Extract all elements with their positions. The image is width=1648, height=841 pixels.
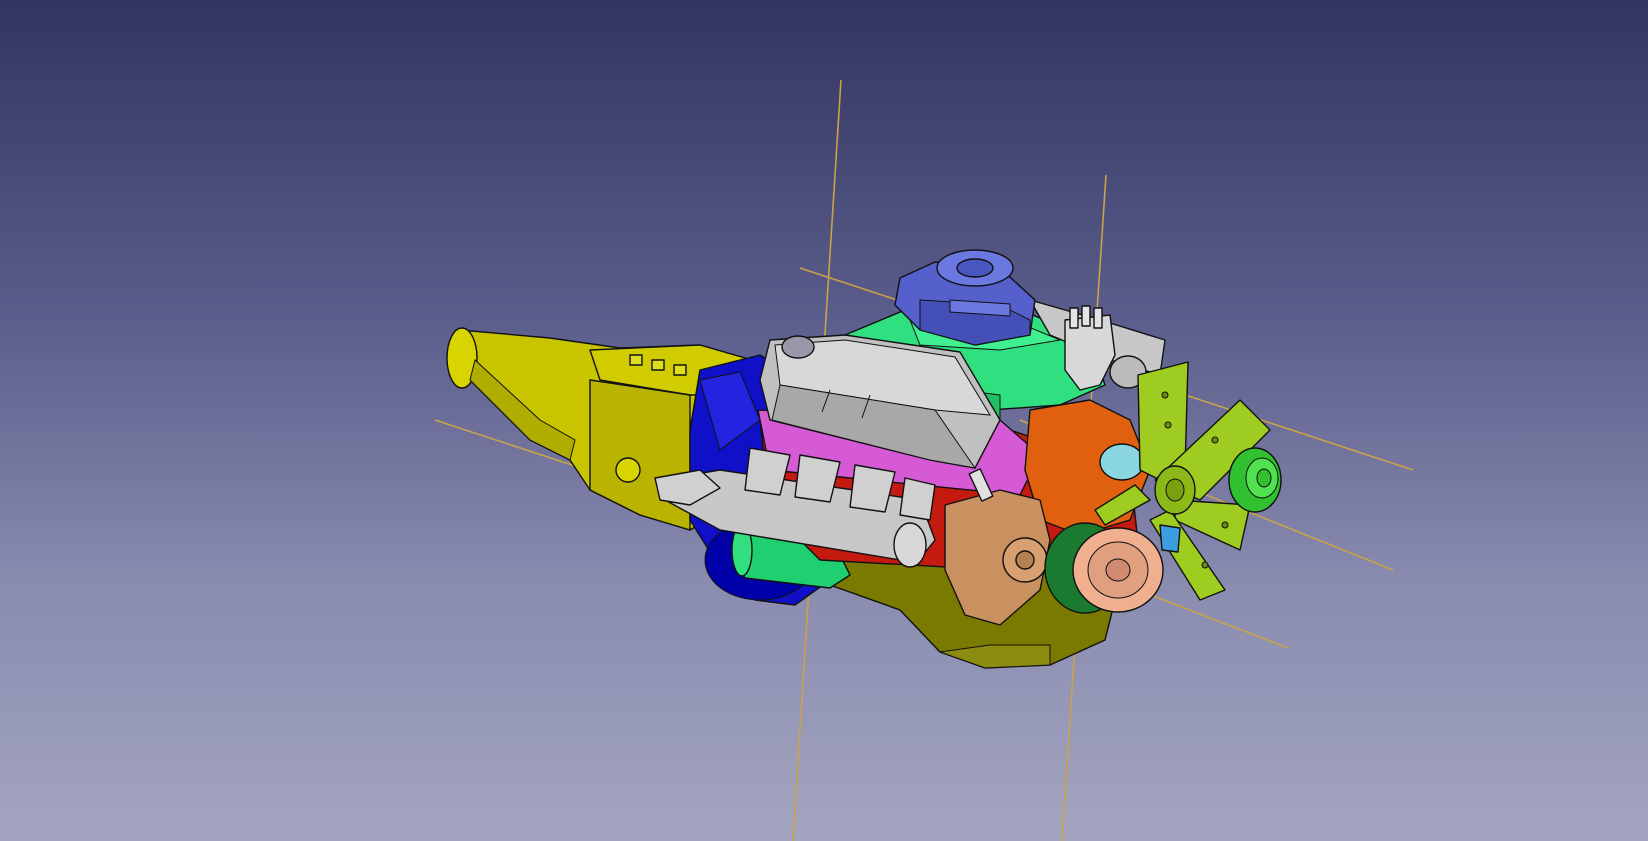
engine-model-scene[interactable] bbox=[0, 0, 1648, 841]
crankshaft-pulley[interactable] bbox=[1044, 522, 1164, 614]
water-pump-pulley[interactable] bbox=[1228, 447, 1282, 513]
3d-viewport[interactable] bbox=[0, 0, 1648, 841]
oil-filler-cap bbox=[781, 335, 815, 359]
coolant-fitting bbox=[1159, 524, 1181, 553]
thermostat-housing bbox=[1099, 443, 1145, 481]
